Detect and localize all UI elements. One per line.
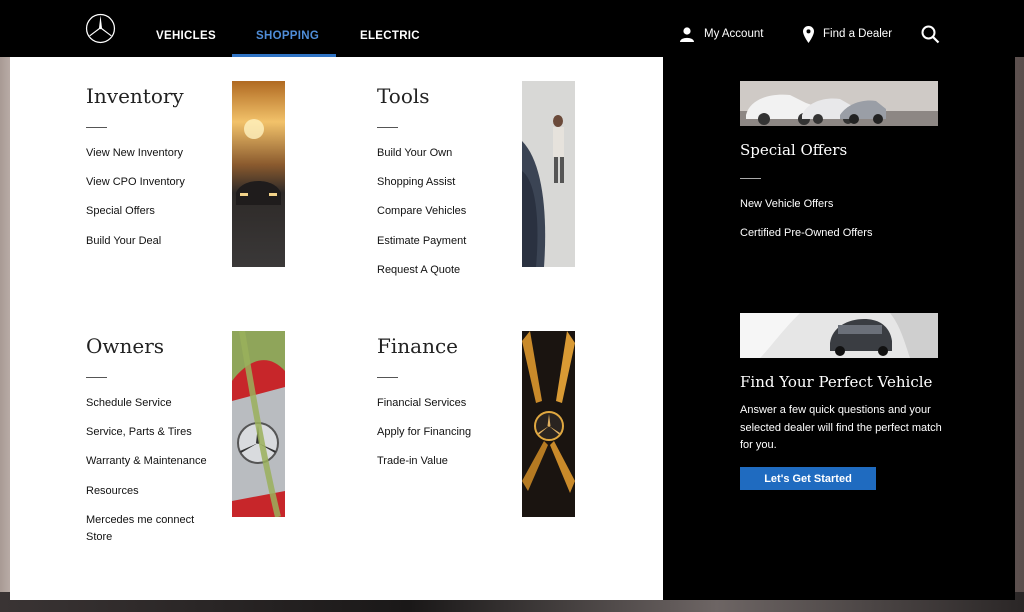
inventory-title: Inventory xyxy=(86,84,184,108)
link-resources[interactable]: Resources xyxy=(86,483,216,512)
find-vehicle-description: Answer a few quick questions and your se… xyxy=(740,404,942,451)
title-divider xyxy=(86,377,107,378)
mercedes-star-logo[interactable] xyxy=(85,13,116,44)
inventory-car-sunset-image xyxy=(232,81,285,267)
link-shopping-assist[interactable]: Shopping Assist xyxy=(377,174,466,203)
link-compare-vehicles[interactable]: Compare Vehicles xyxy=(377,203,466,232)
nav-vehicles[interactable]: VEHICLES xyxy=(156,30,216,42)
find-vehicle-car-image[interactable] xyxy=(740,313,938,358)
link-build-your-deal[interactable]: Build Your Deal xyxy=(86,233,185,262)
link-view-cpo-inventory[interactable]: View CPO Inventory xyxy=(86,174,185,203)
link-trade-in-value[interactable]: Trade-in Value xyxy=(377,453,471,482)
title-divider xyxy=(377,377,398,378)
finance-gold-wheel-image xyxy=(522,331,575,517)
nav-shopping[interactable]: SHOPPING xyxy=(256,30,319,42)
link-warranty-maintenance[interactable]: Warranty & Maintenance xyxy=(86,453,216,482)
title-divider xyxy=(740,178,761,179)
location-pin-icon xyxy=(803,25,814,43)
find-dealer-label: Find a Dealer xyxy=(823,28,893,40)
find-dealer-link[interactable]: Find a Dealer xyxy=(803,24,892,44)
link-certified-preowned-offers[interactable]: Certified Pre-Owned Offers xyxy=(740,227,872,239)
link-financial-services[interactable]: Financial Services xyxy=(377,395,471,424)
nav-electric[interactable]: ELECTRIC xyxy=(360,30,420,42)
title-divider xyxy=(377,127,398,128)
tools-person-car-image xyxy=(522,81,575,267)
finance-title: Finance xyxy=(377,334,458,358)
top-navigation: VEHICLES SHOPPING ELECTRIC My Account Fi… xyxy=(0,0,1024,57)
tools-links: Build Your Own Shopping Assist Compare V… xyxy=(377,145,466,291)
link-new-vehicle-offers[interactable]: New Vehicle Offers xyxy=(740,198,833,210)
special-offers-title: Special Offers xyxy=(740,141,848,159)
search-icon[interactable] xyxy=(920,24,940,44)
link-request-a-quote[interactable]: Request A Quote xyxy=(377,262,466,291)
lets-get-started-button[interactable]: Let's Get Started xyxy=(740,467,876,490)
finance-links: Financial Services Apply for Financing T… xyxy=(377,395,471,483)
special-offers-cars-image[interactable] xyxy=(740,81,938,126)
owners-red-car-grille-image xyxy=(232,331,285,517)
owners-title: Owners xyxy=(86,334,165,358)
link-schedule-service[interactable]: Schedule Service xyxy=(86,395,216,424)
user-icon xyxy=(680,27,694,42)
link-view-new-inventory[interactable]: View New Inventory xyxy=(86,145,185,174)
my-account-link[interactable]: My Account xyxy=(679,24,763,44)
my-account-label: My Account xyxy=(704,28,764,40)
link-estimate-payment[interactable]: Estimate Payment xyxy=(377,233,466,262)
link-apply-for-financing[interactable]: Apply for Financing xyxy=(377,424,471,453)
link-service-parts-tires[interactable]: Service, Parts & Tires xyxy=(86,424,216,453)
title-divider xyxy=(86,127,107,128)
owners-links: Schedule Service Service, Parts & Tires … xyxy=(86,395,216,547)
link-mercedes-me-connect-store[interactable]: Mercedes me connect Store xyxy=(86,512,216,547)
find-vehicle-title: Find Your Perfect Vehicle xyxy=(740,373,933,391)
link-special-offers[interactable]: Special Offers xyxy=(86,203,185,232)
inventory-links: View New Inventory View CPO Inventory Sp… xyxy=(86,145,185,262)
tools-title: Tools xyxy=(377,84,430,108)
link-build-your-own[interactable]: Build Your Own xyxy=(377,145,466,174)
